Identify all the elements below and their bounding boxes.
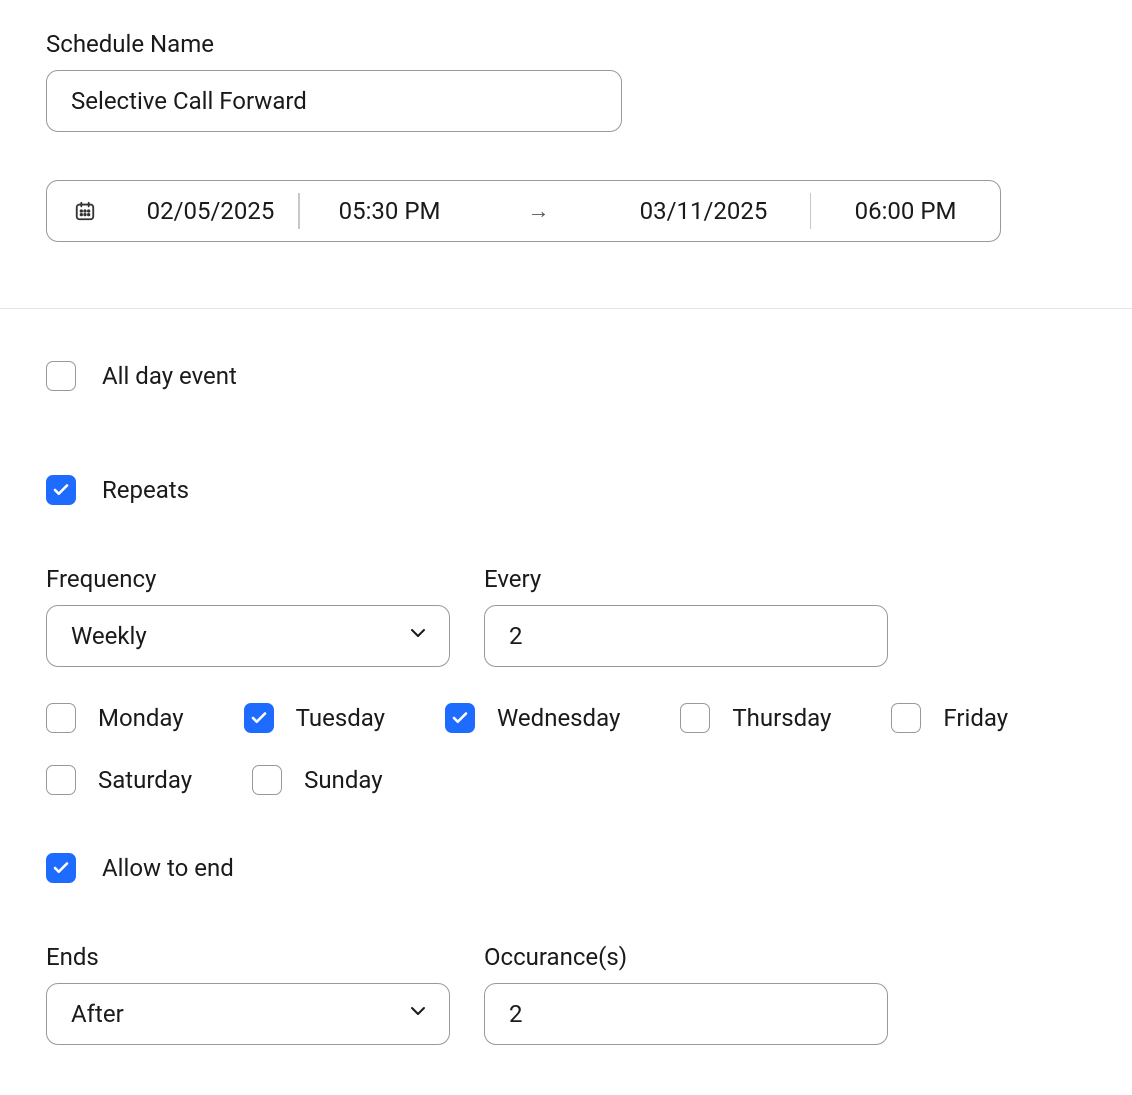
ends-select[interactable]: After: [46, 983, 450, 1045]
day-checkbox-wednesday[interactable]: [445, 703, 475, 733]
repeats-checkbox[interactable]: [46, 475, 76, 505]
day-checkbox-tuesday[interactable]: [244, 703, 274, 733]
occurrence-input[interactable]: [484, 983, 888, 1045]
day-label-saturday: Saturday: [98, 766, 192, 794]
occurrence-label: Occurance(s): [484, 943, 888, 971]
day-checkbox-monday[interactable]: [46, 703, 76, 733]
day-checkbox-thursday[interactable]: [680, 703, 710, 733]
frequency-every-row: Frequency Weekly Every: [46, 565, 1086, 667]
start-time-field[interactable]: 05:30 PM: [300, 197, 480, 225]
all-day-label: All day event: [102, 362, 237, 390]
day-label-friday: Friday: [943, 704, 1008, 732]
day-label-monday: Monday: [98, 704, 184, 732]
frequency-label: Frequency: [46, 565, 450, 593]
start-date-field[interactable]: 02/05/2025: [123, 197, 298, 225]
all-day-checkbox[interactable]: [46, 361, 76, 391]
all-day-row: All day event: [46, 361, 1086, 391]
allow-end-row: Allow to end: [46, 853, 1086, 883]
calendar-icon: [47, 200, 123, 222]
ends-label: Ends: [46, 943, 450, 971]
day-checkbox-friday[interactable]: [891, 703, 921, 733]
section-divider: [0, 308, 1132, 309]
arrow-right-icon: →: [480, 198, 598, 224]
schedule-name-input[interactable]: [46, 70, 622, 132]
day-label-wednesday: Wednesday: [497, 704, 620, 732]
days-of-week: Monday Tuesday Wednesday Thursday Friday: [46, 703, 1086, 795]
day-checkbox-saturday[interactable]: [46, 765, 76, 795]
ends-occurrence-row: Ends After Occurance(s): [46, 943, 1086, 1045]
allow-end-checkbox[interactable]: [46, 853, 76, 883]
datetime-range-picker[interactable]: 02/05/2025 05:30 PM → 03/11/2025 06:00 P…: [46, 180, 1001, 242]
day-label-thursday: Thursday: [732, 704, 831, 732]
end-time-field[interactable]: 06:00 PM: [811, 197, 1000, 225]
day-checkbox-sunday[interactable]: [252, 765, 282, 795]
end-date-field[interactable]: 03/11/2025: [598, 197, 810, 225]
schedule-name-label: Schedule Name: [46, 30, 1086, 58]
repeats-row: Repeats: [46, 475, 1086, 505]
schedule-name-section: Schedule Name 02/05/2025 05:30 PM → 03/1…: [0, 30, 1132, 242]
day-label-tuesday: Tuesday: [296, 704, 385, 732]
repeats-label: Repeats: [102, 476, 189, 504]
day-label-sunday: Sunday: [304, 766, 383, 794]
every-input[interactable]: [484, 605, 888, 667]
frequency-select[interactable]: Weekly: [46, 605, 450, 667]
allow-end-label: Allow to end: [102, 854, 234, 882]
every-label: Every: [484, 565, 888, 593]
